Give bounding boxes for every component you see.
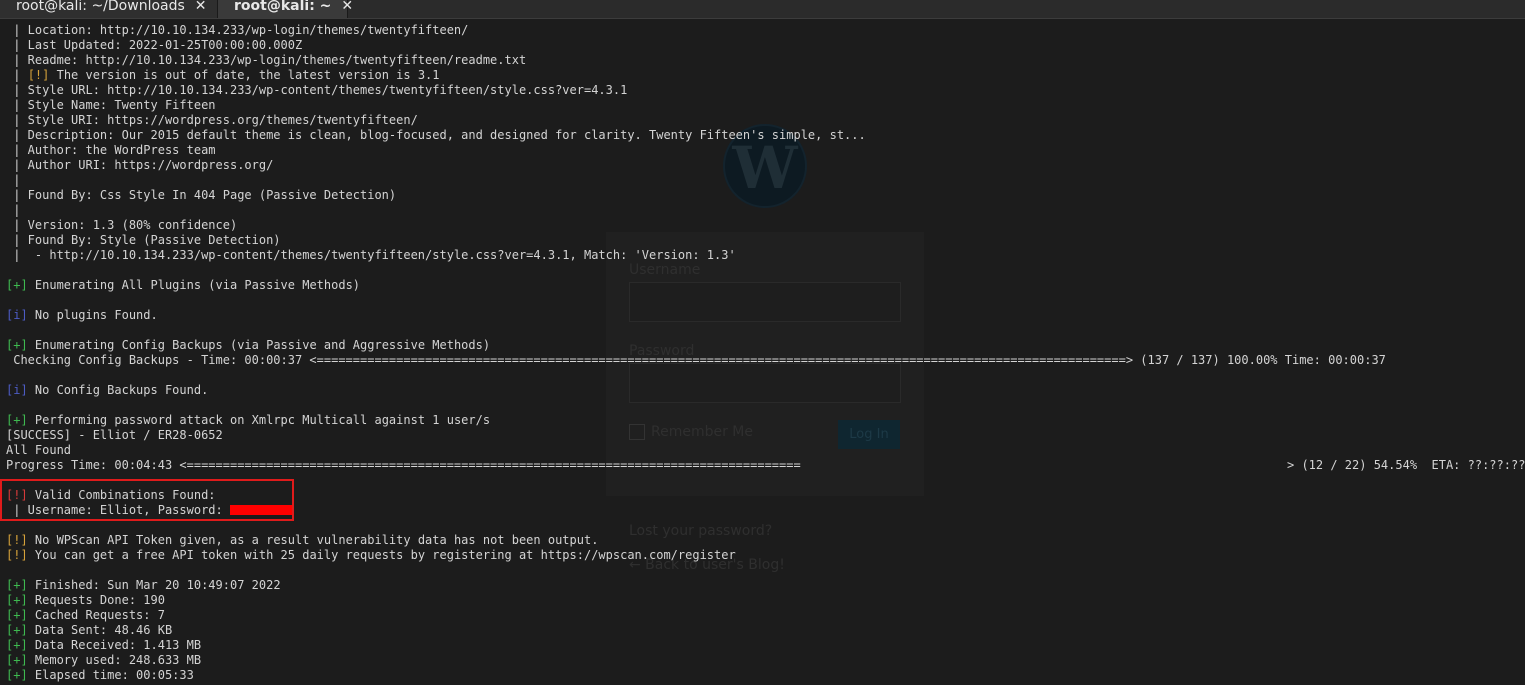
terminal-line: | Last Updated: 2022-01-25T00:00:00.000Z	[6, 38, 303, 52]
terminal-line: [+] Performing password attack on Xmlrpc…	[6, 413, 1521, 428]
terminal-line: [+] Cached Requests: 7	[6, 608, 1521, 623]
terminal-line: | Description: Our 2015 default theme is…	[6, 128, 866, 142]
status-tag: [+]	[6, 593, 28, 607]
terminal-line: [+] Enumerating Config Backups (via Pass…	[6, 338, 1521, 353]
tab-home[interactable]: root@kali: ~ ✕	[218, 0, 353, 18]
status-tag: [+]	[6, 278, 28, 292]
line-text: Requests Done: 190	[27, 593, 165, 607]
line-text: Cached Requests: 7	[27, 608, 165, 622]
line-text: You can get a free API token with 25 dai…	[27, 548, 736, 562]
status-tag: [+]	[6, 653, 28, 667]
terminal-line: [+] Enumerating All Plugins (via Passive…	[6, 278, 1521, 293]
terminal-line: [i] No plugins Found.	[6, 308, 1521, 323]
terminal-line: [i] No Config Backups Found.	[6, 383, 1521, 398]
terminal-output[interactable]: | Location: http://10.10.134.233/wp-logi…	[6, 23, 1525, 683]
status-tag: [+]	[6, 578, 28, 592]
close-icon[interactable]: ✕	[195, 0, 207, 14]
terminal-line: | Style URL: http://10.10.134.233/wp-con…	[6, 83, 628, 97]
status-tag: [i]	[6, 383, 28, 397]
status-tag: [!]	[27, 68, 50, 82]
terminal-line: | - http://10.10.134.233/wp-content/them…	[6, 248, 736, 262]
line-text: Finished: Sun Mar 20 10:49:07 2022	[27, 578, 281, 592]
terminal-line: | Location: http://10.10.134.233/wp-logi…	[6, 23, 469, 37]
terminal-line: | [!] The version is out of date, the la…	[6, 68, 1521, 83]
terminal-line: | Author: the WordPress team	[6, 143, 216, 157]
status-tag: [+]	[6, 668, 28, 682]
terminal-line: [+] Data Sent: 48.46 KB	[6, 623, 1521, 638]
status-tag: [!]	[6, 533, 28, 547]
terminal-line: | Author URI: https://wordpress.org/	[6, 158, 274, 172]
line-prefix: |	[6, 68, 28, 82]
status-tag: [+]	[6, 623, 28, 637]
tab-downloads[interactable]: root@kali: ~/Downloads ✕	[0, 0, 218, 18]
line-text: No WPScan API Token given, as a result v…	[27, 533, 599, 547]
progress-stats: > (12 / 22) 54.54% ETA: ??:??:??	[1287, 458, 1525, 472]
tab-label: root@kali: ~/Downloads	[16, 0, 185, 14]
terminal-line: [+] Memory used: 248.633 MB	[6, 653, 1521, 668]
terminal-line: [+] Requests Done: 190	[6, 593, 1521, 608]
line-text: Checking Config Backups - Time: 00:00:37…	[6, 353, 1386, 367]
terminal-line: [+] Data Received: 1.413 MB	[6, 638, 1521, 653]
line-text: No Config Backups Found.	[27, 383, 209, 397]
terminal-line: Checking Config Backups - Time: 00:00:37…	[6, 353, 1521, 368]
tab-label: root@kali: ~	[234, 0, 332, 14]
line-text: Enumerating Config Backups (via Passive …	[27, 338, 491, 352]
line-text: Progress Time: 00:04:43 <===============…	[6, 458, 801, 472]
terminal-line: |	[6, 173, 21, 187]
line-text: Data Sent: 48.46 KB	[27, 623, 173, 637]
terminal-line: Progress Time: 00:04:43 <===============…	[6, 458, 1525, 473]
tab-divider	[0, 18, 1525, 19]
terminal-line: [!] You can get a free API token with 25…	[6, 548, 1521, 563]
line-text: Elapsed time: 00:05:33	[27, 668, 194, 682]
terminal-line: |	[6, 203, 21, 217]
terminal-line: [!] No WPScan API Token given, as a resu…	[6, 533, 1521, 548]
status-tag: [+]	[6, 338, 28, 352]
line-text: No plugins Found.	[27, 308, 158, 322]
terminal-line: | Style URI: https://wordpress.org/theme…	[6, 113, 418, 127]
terminal-line: [+] Finished: Sun Mar 20 10:49:07 2022	[6, 578, 1521, 593]
terminal-line: | Version: 1.3 (80% confidence)	[6, 218, 238, 232]
line-text: Enumerating All Plugins (via Passive Met…	[27, 278, 361, 292]
tab-bar: root@kali: ~/Downloads ✕ root@kali: ~ ✕	[0, 0, 1525, 18]
status-tag: [i]	[6, 308, 28, 322]
terminal-line: | Found By: Css Style In 404 Page (Passi…	[6, 188, 397, 202]
line-text: Memory used: 248.633 MB	[27, 653, 202, 667]
terminal-line: [SUCCESS] - Elliot / ER28-0652	[6, 428, 223, 442]
terminal-line: | Found By: Style (Passive Detection)	[6, 233, 281, 247]
status-tag: [+]	[6, 608, 28, 622]
status-tag: [+]	[6, 638, 28, 652]
terminal-line: [+] Elapsed time: 00:05:33	[6, 668, 1521, 683]
line-text: The version is out of date, the latest v…	[49, 68, 440, 82]
status-tag: [+]	[6, 413, 28, 427]
terminal-line: | Style Name: Twenty Fifteen	[6, 98, 216, 112]
terminal-line: | Readme: http://10.10.134.233/wp-login/…	[6, 53, 527, 67]
credentials-highlight-box	[0, 479, 294, 521]
status-tag: [!]	[6, 548, 28, 562]
line-text: Performing password attack on Xmlrpc Mul…	[27, 413, 491, 427]
terminal-line: All Found	[6, 443, 72, 457]
line-text: Data Received: 1.413 MB	[27, 638, 202, 652]
close-icon[interactable]: ✕	[341, 0, 353, 14]
